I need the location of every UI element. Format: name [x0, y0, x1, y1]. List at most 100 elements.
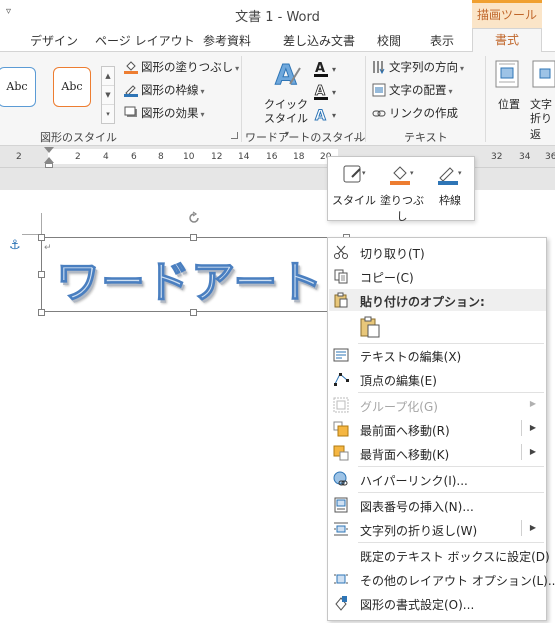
submenu-divider	[521, 420, 522, 436]
text-outline-a-icon: A ▾	[314, 84, 336, 100]
menu-item-hyperlink[interactable]: ハイパーリンク(I)...	[328, 467, 546, 491]
tab-view[interactable]: 表示	[430, 32, 454, 49]
format-shape-icon	[335, 596, 347, 611]
menu-item-set-default-textbox[interactable]: 既定のテキスト ボックスに設定(D)	[328, 543, 550, 567]
text-direction-button[interactable]: 文字列の方向 ▾	[372, 59, 464, 75]
group-label-shape-styles: 図形のスタイル	[40, 131, 117, 144]
ruler-tick: 8	[158, 152, 164, 162]
gallery-up-icon[interactable]: ▲	[102, 67, 114, 86]
resize-handle[interactable]	[38, 234, 45, 241]
shape-styles-launcher-icon[interactable]	[231, 132, 238, 139]
ruler-tick: 14	[238, 152, 250, 162]
mini-fill-button[interactable]: ▾ 塗りつぶし	[378, 163, 426, 224]
ruler-tick: 32	[491, 152, 503, 162]
submenu-arrow-icon: ▶	[529, 523, 536, 532]
quick-styles-button[interactable]: A クイック スタイル▾	[262, 58, 310, 138]
wrap-text-ribbon-button[interactable]: 文字 折り返	[530, 58, 555, 141]
tab-mailings[interactable]: 差し込み文書	[283, 32, 355, 49]
svg-text:A: A	[315, 84, 325, 99]
menu-item-group[interactable]: グループ化(G) ▶	[328, 393, 546, 417]
group-separator	[485, 56, 486, 142]
svg-text:▾: ▾	[332, 111, 336, 120]
submenu-arrow-icon: ▶	[529, 399, 536, 408]
paint-bucket-icon: ▾	[388, 163, 416, 187]
wrap-text-icon	[532, 60, 555, 88]
menu-item-more-layout-options[interactable]: その他のレイアウト オプション(L)...	[328, 567, 555, 591]
chevron-down-icon: ▾	[200, 87, 205, 96]
mini-outline-button[interactable]: ▾ 枠線	[426, 163, 474, 208]
rotate-handle-icon[interactable]	[187, 211, 201, 225]
wordart-a-icon: A	[275, 58, 301, 90]
shape-style-preset-blue[interactable]: Abc	[0, 67, 36, 107]
svg-text:A: A	[275, 58, 297, 90]
create-link-button[interactable]: リンクの作成	[372, 105, 458, 121]
paragraph-mark: ↵	[44, 243, 52, 253]
first-line-indent-marker[interactable]	[44, 147, 54, 153]
ribbon: Abc Abc ▲ ▼ ▾ 図形の塗りつぶし ▾ 図形の枠線 ▾ 図形の効果 ▾ 図形…	[0, 52, 555, 146]
tab-references[interactable]: 参考資料	[203, 32, 251, 49]
layout-options-icon	[334, 574, 348, 584]
mini-style-button[interactable]: ▾ スタイル	[330, 163, 378, 208]
submenu-arrow-icon: ▶	[529, 447, 536, 456]
position-icon	[495, 60, 519, 88]
ruler-tick: 12	[211, 152, 223, 162]
paint-bucket-icon	[124, 60, 138, 74]
gallery-down-icon[interactable]: ▼	[102, 86, 114, 105]
tab-design[interactable]: デザイン	[30, 32, 78, 49]
menu-item-edit-points[interactable]: 頂点の編集(E)	[328, 367, 546, 391]
text-outline-button[interactable]: A ▾	[314, 83, 344, 101]
ruler-tick: 34	[519, 152, 531, 162]
svg-text:▾: ▾	[458, 169, 462, 177]
group-label-wordart-styles: ワードアートのスタイル	[245, 131, 366, 144]
text-fill-a-icon: A ▾	[314, 61, 336, 77]
shape-effects-button[interactable]: 図形の効果 ▾	[124, 105, 205, 121]
menu-item-copy[interactable]: コピー(C)	[328, 264, 546, 288]
menu-item-send-to-back[interactable]: 最背面へ移動(K) ▶	[328, 441, 546, 465]
menu-item-bring-to-front[interactable]: 最前面へ移動(R) ▶	[328, 417, 546, 441]
menu-item-format-shape[interactable]: 図形の書式設定(O)...	[328, 591, 546, 615]
ruler-tick: 6	[131, 152, 137, 162]
tab-format[interactable]: 書式	[472, 28, 542, 53]
tab-review[interactable]: 校閲	[377, 32, 401, 49]
resize-handle[interactable]	[190, 309, 197, 316]
menu-item-cut[interactable]: 切り取り(T)	[328, 240, 546, 264]
menu-item-insert-caption[interactable]: 図表番号の挿入(N)...	[328, 493, 546, 517]
paste-keep-source-icon[interactable]	[358, 315, 382, 339]
svg-text:▾: ▾	[410, 169, 414, 177]
resize-handle[interactable]	[38, 309, 45, 316]
resize-handle[interactable]	[38, 271, 45, 278]
tab-page-layout[interactable]: ページ レイアウト	[95, 32, 195, 49]
bring-to-front-icon	[333, 421, 349, 437]
text-fill-button[interactable]: A ▾	[314, 60, 344, 78]
paste-options-header: 貼り付けのオプション:	[329, 289, 546, 311]
shape-fill-button[interactable]: 図形の塗りつぶし ▾	[124, 59, 239, 75]
gallery-more-icon[interactable]: ▾	[102, 105, 114, 124]
margin-guide	[41, 213, 42, 235]
shape-style-preset-orange[interactable]: Abc	[53, 67, 91, 107]
ruler-tick: 36	[545, 152, 555, 162]
wrap-text-icon	[334, 522, 348, 536]
anchor-icon[interactable]: ⚓	[9, 238, 21, 253]
copy-icon	[334, 269, 348, 284]
position-button[interactable]: 位置	[492, 58, 522, 128]
ruler-tick: 10	[183, 152, 195, 162]
align-text-button[interactable]: 文字の配置 ▾	[372, 82, 453, 98]
send-to-back-icon	[333, 445, 349, 461]
menu-item-edit-text[interactable]: テキストの編集(X)	[328, 343, 546, 367]
drawing-tools-context-header: 描画ツール	[472, 0, 542, 28]
submenu-divider	[521, 444, 522, 460]
text-effects-button[interactable]: A ▾	[314, 106, 344, 125]
wordart-styles-launcher-icon[interactable]	[354, 132, 361, 139]
resize-handle[interactable]	[190, 234, 197, 241]
text-direction-icon	[372, 60, 386, 75]
shape-outline-button[interactable]: 図形の枠線 ▾	[124, 82, 205, 98]
group-label-text: テキスト	[404, 131, 448, 144]
shape-effects-icon	[124, 106, 138, 120]
submenu-divider	[521, 520, 522, 536]
menu-item-wrap-text[interactable]: 文字列の折り返し(W) ▶	[328, 517, 546, 541]
pen-outline-icon: ▾	[436, 163, 464, 187]
shape-style-icon: ▾	[340, 163, 368, 187]
wordart-text[interactable]: ワードアート	[55, 246, 323, 310]
shape-style-gallery-scroll[interactable]: ▲ ▼ ▾	[101, 66, 115, 124]
context-menu: 切り取り(T) コピー(C) 貼り付けのオプション: テキストの編集(X) 頂点…	[327, 237, 555, 621]
